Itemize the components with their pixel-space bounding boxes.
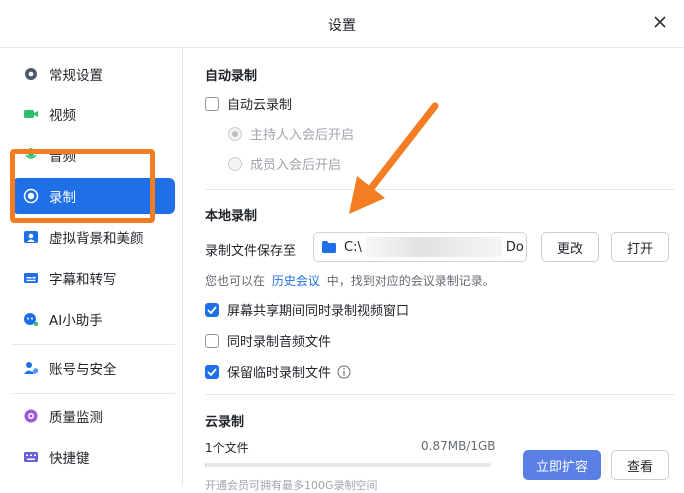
checkbox[interactable] (205, 364, 219, 379)
sidebar-item-label: 字幕和转写 (49, 272, 117, 288)
record-icon (23, 188, 39, 204)
sidebar-divider (12, 344, 175, 345)
sidebar-item-label: 质量监测 (49, 410, 103, 426)
quality-monitor-icon (23, 408, 39, 424)
sidebar-divider (12, 393, 175, 394)
checkbox-label: 保留临时录制文件 (227, 366, 332, 381)
open-folder-button[interactable]: 打开 (611, 232, 669, 262)
folder-icon (322, 241, 336, 253)
hint-text: 您也可以在 (205, 274, 266, 288)
ai-assistant-icon (23, 311, 39, 327)
save-path-end: Do (505, 239, 524, 255)
expand-storage-button[interactable]: 立即扩容 (523, 450, 601, 480)
cloud-usage-fill (205, 463, 207, 467)
cloud-usage: 0.87MB/1GB (421, 439, 496, 453)
radio-member-join[interactable]: 成员入会后开启 (228, 154, 341, 173)
section-divider (205, 394, 675, 395)
cloud-usage-bar (205, 463, 491, 467)
checkbox[interactable] (205, 96, 219, 111)
history-meetings-link[interactable]: 历史会议 (272, 274, 320, 288)
section-title-local-record: 本地录制 (205, 209, 258, 224)
history-hint: 您也可以在 历史会议 中，找到对应的会议录制记录。 (205, 272, 495, 289)
hint-text: 中，找到对应的会议录制记录。 (326, 274, 495, 288)
title-bar: 设置 (0, 0, 684, 48)
window-title: 设置 (328, 18, 356, 34)
checkbox-label: 同时录制音频文件 (227, 335, 332, 350)
checkbox-label: 自动云录制 (227, 98, 293, 113)
section-title-auto-record: 自动录制 (205, 69, 258, 84)
sidebar-item-label: 录制 (49, 190, 76, 206)
sidebar-item-virtual-background[interactable]: 虚拟背景和美颜 (12, 219, 175, 255)
record-audio-file-checkbox[interactable]: 同时录制音频文件 (205, 331, 331, 350)
checkbox[interactable] (205, 333, 219, 348)
sidebar-item-label: 音频 (49, 149, 76, 165)
sidebar-item-label: 视频 (49, 108, 76, 124)
sidebar-item-audio[interactable]: 音频 (12, 137, 175, 173)
sidebar-item-label: AI小助手 (49, 313, 103, 329)
gear-icon (23, 66, 39, 82)
sidebar-item-label: 快捷键 (49, 451, 90, 467)
section-title-cloud-record: 云录制 (205, 415, 245, 430)
sidebar-item-quality[interactable]: 质量监测 (12, 398, 175, 434)
save-path-start: C:\ (344, 239, 362, 255)
change-path-button[interactable]: 更改 (541, 232, 599, 262)
save-to-label: 录制文件保存至 (205, 244, 297, 259)
radio-label: 成员入会后开启 (250, 158, 342, 173)
video-camera-icon (23, 106, 39, 122)
settings-panel: 自动录制 自动云录制 主持人入会后开启 成员入会后开启 本地录制 录制文件保存至… (183, 48, 684, 492)
info-icon[interactable] (337, 365, 351, 379)
radio-button[interactable] (228, 126, 242, 141)
keyboard-icon (23, 449, 39, 465)
cloud-file-count: 1个文件 (205, 441, 249, 455)
sidebar-item-record[interactable]: 录制 (12, 178, 175, 214)
sidebar-item-ai-assistant[interactable]: AI小助手 (12, 301, 175, 337)
subtitle-icon (23, 270, 39, 286)
radio-button[interactable] (228, 156, 242, 171)
auto-cloud-record-checkbox[interactable]: 自动云录制 (205, 94, 292, 113)
sidebar-item-account-security[interactable]: 账号与安全 (12, 350, 175, 386)
view-cloud-button[interactable]: 查看 (611, 450, 669, 480)
sidebar-item-video[interactable]: 视频 (12, 96, 175, 132)
close-icon[interactable] (650, 12, 670, 32)
audio-icon (23, 147, 39, 163)
sidebar-item-label: 账号与安全 (49, 362, 117, 378)
save-path-field[interactable]: C:\ Do (313, 232, 527, 262)
sidebar-item-general[interactable]: 常规设置 (12, 56, 175, 92)
sidebar-item-subtitles[interactable]: 字幕和转写 (12, 260, 175, 296)
radio-label: 主持人入会后开启 (250, 128, 355, 143)
record-window-during-share-checkbox[interactable]: 屏幕共享期间同时录制视频窗口 (205, 300, 409, 319)
keep-temp-files-checkbox[interactable]: 保留临时录制文件 (205, 362, 351, 381)
checkbox[interactable] (205, 302, 219, 317)
path-redaction (365, 237, 502, 257)
radio-host-join[interactable]: 主持人入会后开启 (228, 124, 354, 143)
section-divider (205, 189, 675, 190)
cloud-footer-note: 开通会员可拥有最多100G录制空间 (205, 479, 378, 492)
sidebar-item-shortcuts[interactable]: 快捷键 (12, 439, 175, 475)
sidebar-item-label: 虚拟背景和美颜 (49, 231, 144, 247)
person-icon (23, 229, 39, 245)
sidebar-item-label: 常规设置 (49, 68, 103, 84)
account-security-icon (23, 360, 39, 376)
checkbox-label: 屏幕共享期间同时录制视频窗口 (227, 304, 410, 319)
sidebar: 常规设置 视频 音频 录制 虚拟背景和美颜 字幕和转写 AI小助手 账号与安全 … (0, 48, 183, 486)
